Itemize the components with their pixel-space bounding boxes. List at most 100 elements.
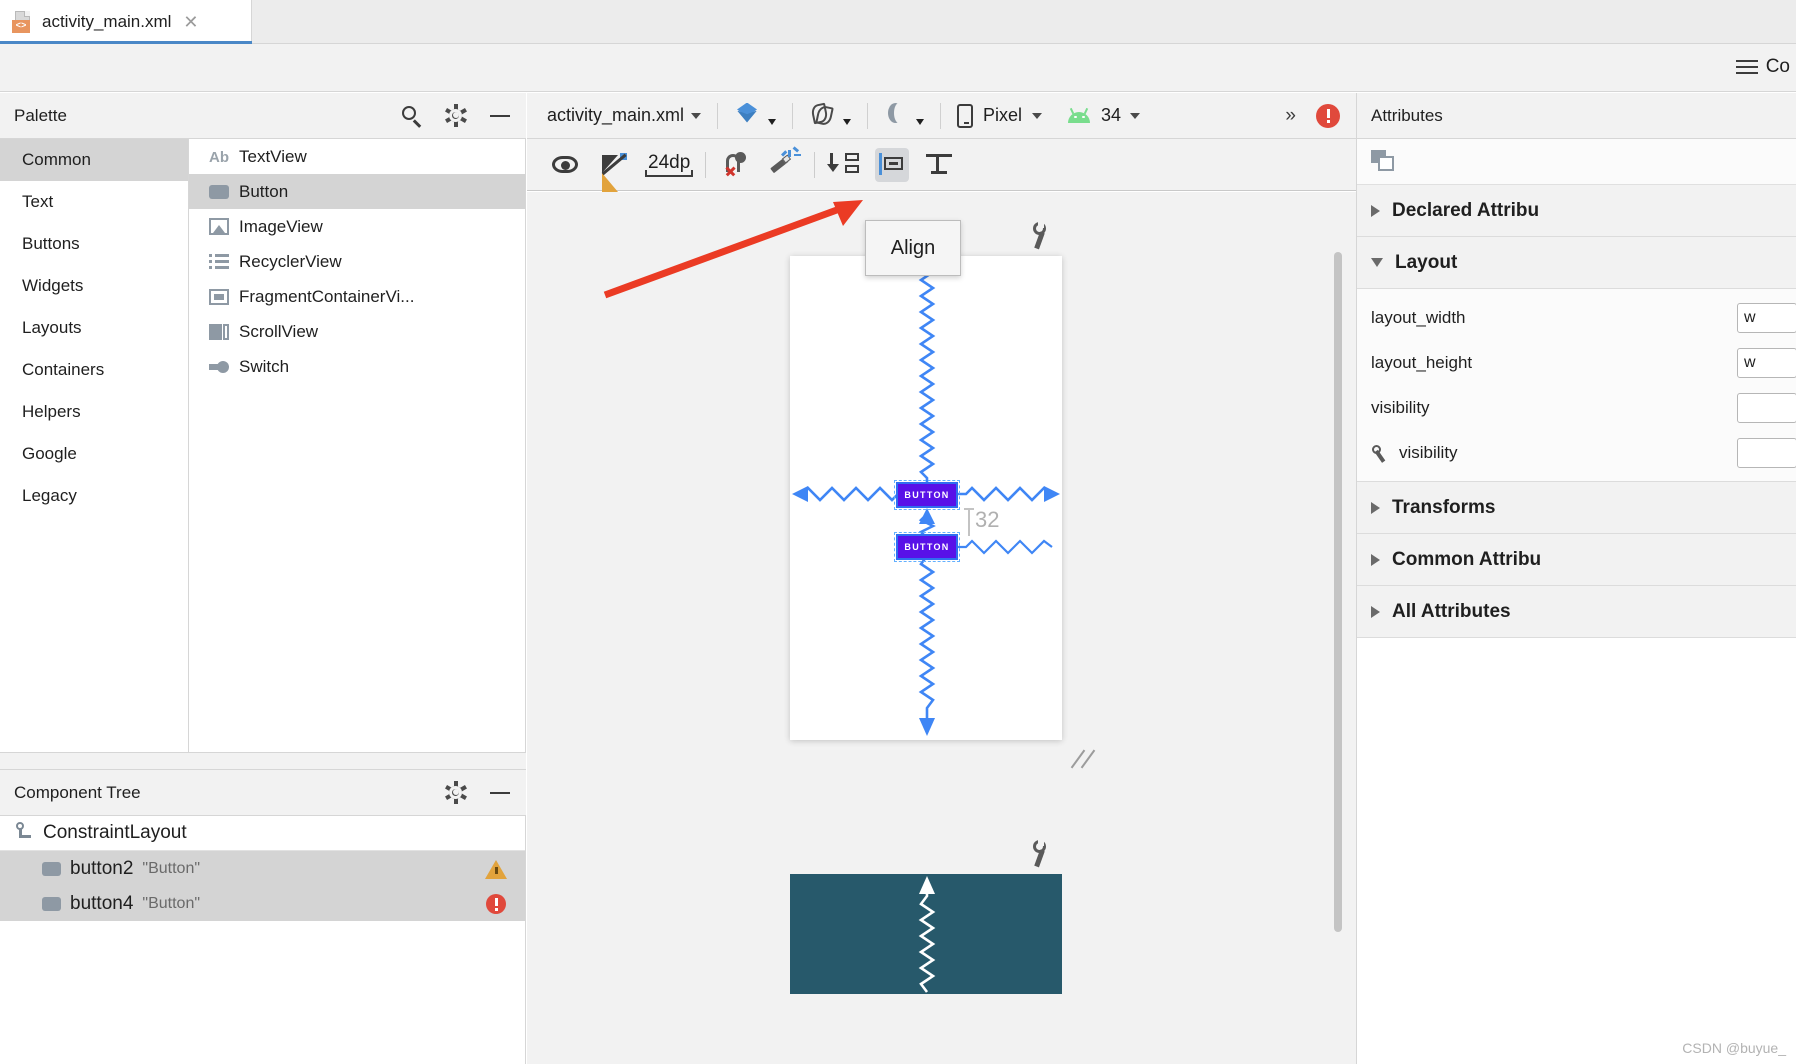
pack-icon[interactable] (827, 148, 861, 182)
device-selector[interactable]: Pixel (957, 103, 1043, 128)
layout-attribute-rows: layout_width w layout_height w visibilit… (1357, 289, 1796, 482)
palette-item-imageview[interactable]: ImageView (189, 209, 525, 244)
overflow-chevrons-icon[interactable]: » (1285, 105, 1295, 127)
palette-category-label: Google (22, 444, 77, 463)
attribute-row-layout-height[interactable]: layout_height w (1357, 340, 1796, 385)
resize-handle[interactable] (1067, 742, 1101, 776)
clear-constraints-icon[interactable] (718, 148, 752, 182)
text-view-icon: Ab (209, 148, 229, 166)
section-layout[interactable]: Layout (1357, 237, 1796, 289)
palette-category-containers[interactable]: Containers (0, 349, 188, 391)
minimize-icon[interactable] (488, 104, 512, 128)
switch-icon (209, 357, 229, 377)
copy-icon[interactable] (1371, 149, 1397, 174)
tools-visibility-field[interactable] (1737, 437, 1796, 468)
palette-item-recyclerview[interactable]: RecyclerView (189, 244, 525, 279)
api-level-label: 34 (1101, 105, 1122, 125)
palette-category-helpers[interactable]: Helpers (0, 391, 188, 433)
palette-item-label: TextView (239, 146, 307, 166)
palette-category-label: Containers (22, 360, 105, 379)
orientation-button[interactable] (884, 102, 925, 129)
hide-constraints-icon[interactable] (597, 148, 631, 192)
api-level-selector[interactable]: 34 (1066, 105, 1141, 126)
palette-item-scrollview[interactable]: ScrollView (189, 314, 525, 349)
canvas-scrollbar[interactable] (1334, 252, 1342, 932)
panel-splitter[interactable] (0, 752, 526, 770)
table-row[interactable]: ConstraintLayout (0, 816, 525, 851)
section-common-attributes[interactable]: Common Attribu (1357, 534, 1796, 586)
chevron-right-icon (1371, 605, 1380, 618)
infer-constraints-icon[interactable] (766, 145, 802, 182)
attribute-row-tools-visibility[interactable]: visibility (1357, 430, 1796, 475)
align-icon[interactable] (875, 147, 910, 182)
blueprint-toggle-button[interactable] (809, 102, 852, 129)
visibility-field[interactable] (1737, 392, 1796, 423)
hamburger-icon[interactable] (1735, 59, 1758, 75)
palette-category-label: Legacy (22, 486, 77, 505)
design-file-label: activity_main.xml (547, 105, 685, 125)
image-view-icon (209, 217, 229, 237)
gear-icon[interactable] (444, 103, 468, 128)
chevron-down-icon (1130, 112, 1141, 119)
warning-icon[interactable] (485, 858, 507, 880)
palette-category-google[interactable]: Google (0, 433, 188, 475)
section-declared-attributes[interactable]: Declared Attribu (1357, 185, 1796, 237)
minimize-icon[interactable] (488, 781, 512, 805)
gear-icon[interactable] (444, 780, 468, 805)
palette-category-label: Layouts (22, 318, 82, 337)
table-row[interactable]: button4 "Button" (0, 886, 525, 921)
chevron-down-icon (768, 118, 777, 125)
design-surface-wrench-icon[interactable] (1029, 222, 1049, 250)
default-margin-label[interactable]: 24dp (645, 152, 694, 177)
editor-tab-label: activity_main.xml (42, 12, 172, 31)
view-mode-button[interactable] (734, 102, 777, 129)
design-toolbar-primary: activity_main.xml Pixel 34 » (527, 93, 1356, 139)
palette-category-layouts[interactable]: Layouts (0, 307, 188, 349)
palette-item-fragmentcontainerview[interactable]: FragmentContainerVi... (189, 279, 525, 314)
design-canvas[interactable]: BUTTON BUTTON 32 Align (527, 192, 1356, 1064)
attribute-row-layout-width[interactable]: layout_width w (1357, 295, 1796, 340)
editor-tab-strip: <> activity_main.xml ✕ (0, 0, 1796, 44)
chevron-down-icon (1032, 112, 1043, 119)
section-label: Transforms (1392, 496, 1496, 518)
section-all-attributes[interactable]: All Attributes (1357, 586, 1796, 638)
attributes-panel: Attributes Declared Attribu Layout layou… (1356, 93, 1796, 1064)
code-view-toggle[interactable]: Co (1735, 56, 1796, 78)
margin-tick (964, 508, 974, 510)
device-preview-frame-secondary[interactable] (790, 874, 1062, 994)
secondary-toolbar: Co (0, 44, 1796, 92)
button2-chip[interactable]: BUTTON (894, 480, 960, 510)
android-studio-layout-editor: <> activity_main.xml ✕ Co Palette Common… (0, 0, 1796, 1064)
button4-chip[interactable]: BUTTON (894, 532, 960, 562)
layout-height-field[interactable]: w (1737, 347, 1796, 378)
palette-item-textview[interactable]: Ab TextView (189, 139, 525, 174)
table-row[interactable]: button2 "Button" (0, 851, 525, 886)
attributes-title: Attributes (1371, 105, 1443, 125)
design-file-selector[interactable]: activity_main.xml (547, 105, 702, 126)
error-badge-icon[interactable] (1316, 103, 1340, 128)
show-constraints-icon[interactable] (549, 148, 583, 182)
palette-category-buttons[interactable]: Buttons (0, 223, 188, 265)
palette-category-text[interactable]: Text (0, 181, 188, 223)
component-tree-header: Component Tree (0, 770, 526, 816)
align-tooltip: Align (865, 220, 961, 276)
palette-category-legacy[interactable]: Legacy (0, 475, 188, 517)
scroll-view-icon (209, 322, 229, 342)
xml-file-icon: <> (12, 11, 34, 33)
palette-category-common[interactable]: Common (0, 139, 188, 181)
close-icon[interactable]: ✕ (183, 12, 198, 33)
section-transforms[interactable]: Transforms (1357, 482, 1796, 534)
layout-width-field[interactable]: w (1737, 302, 1796, 333)
design-surface-wrench-icon[interactable] (1029, 840, 1049, 868)
palette-item-switch[interactable]: Switch (189, 349, 525, 384)
editor-tab-activity-main[interactable]: <> activity_main.xml ✕ (0, 0, 252, 44)
blueprint-toggle-icon (809, 102, 837, 129)
search-icon[interactable] (400, 104, 424, 128)
error-icon[interactable] (485, 893, 507, 915)
palette-item-button[interactable]: Button (189, 174, 525, 209)
attribute-row-visibility[interactable]: visibility (1357, 385, 1796, 430)
palette-category-widgets[interactable]: Widgets (0, 265, 188, 307)
device-preview-frame[interactable]: BUTTON BUTTON 32 (790, 256, 1062, 740)
attribute-label: layout_height (1371, 352, 1473, 372)
guidelines-icon[interactable] (923, 148, 957, 182)
